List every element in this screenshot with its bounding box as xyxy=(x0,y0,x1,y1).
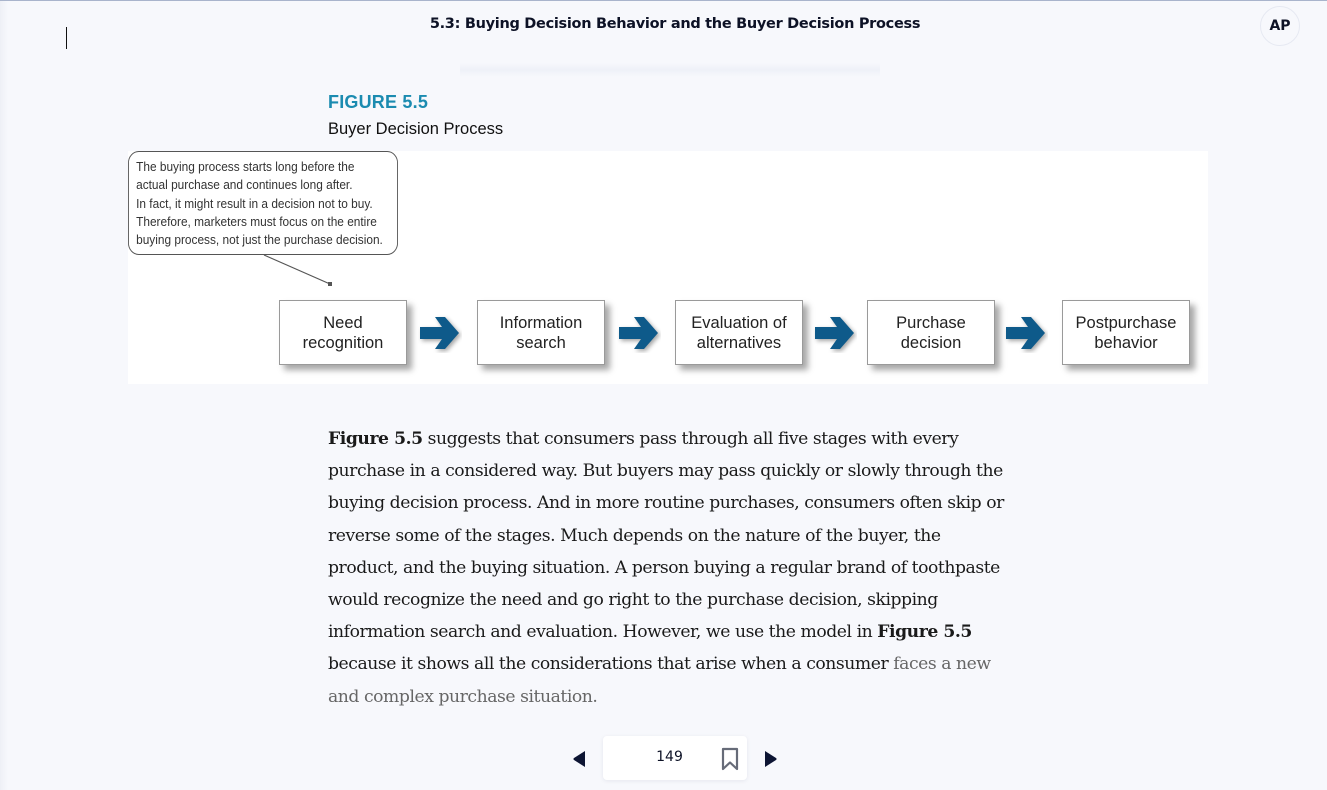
stage-label: Evaluation of xyxy=(691,313,787,332)
stage-label: Information xyxy=(499,313,583,332)
stage-need-recognition: Need recognition xyxy=(279,300,407,365)
header-divider xyxy=(460,63,880,77)
stage-label: Need xyxy=(323,313,363,332)
page-number[interactable]: 149 xyxy=(603,749,736,765)
next-page-button[interactable] xyxy=(764,750,778,768)
callout-bubble: The buying process starts long before th… xyxy=(128,151,398,255)
arrow-right-icon xyxy=(619,317,658,349)
page-number-box[interactable]: 149 xyxy=(603,736,747,780)
stage-label: decision xyxy=(900,333,962,352)
stage-information-search: Information search xyxy=(477,300,605,365)
stage-evaluation-of-alternatives: Evaluation of alternatives xyxy=(675,300,803,365)
callout-line: The buying process starts long before th… xyxy=(136,159,355,174)
arrow-right-icon xyxy=(815,317,854,349)
figure-caption: Buyer Decision Process xyxy=(328,120,504,138)
body-text-span: suggests that consumers pass through all… xyxy=(328,429,1004,643)
body-paragraph: Figure 5.5 suggests that consumers pass … xyxy=(328,423,1008,713)
callout-line: Therefore, marketers must focus on the e… xyxy=(136,213,377,229)
arrow-right-icon xyxy=(420,317,459,349)
stage-label: Postpurchase xyxy=(1075,313,1177,332)
stage-label: Purchase xyxy=(896,313,966,332)
figure-label: FIGURE 5.5 xyxy=(328,92,429,112)
bookmark-icon[interactable] xyxy=(720,747,740,771)
callout-line: buying process, not just the purchase de… xyxy=(136,232,383,248)
stage-label: behavior xyxy=(1094,333,1158,352)
user-avatar[interactable]: AP xyxy=(1260,6,1300,46)
callout-line: actual purchase and continues long after… xyxy=(136,177,353,193)
stage-postpurchase-behavior: Postpurchase behavior xyxy=(1062,300,1190,365)
figure-reference[interactable]: Figure 5.5 xyxy=(877,622,972,642)
avatar-initials: AP xyxy=(1269,18,1291,34)
callout-line: In fact, it might result in a decision n… xyxy=(136,195,373,211)
arrow-right-icon xyxy=(1006,317,1045,349)
figure-reference[interactable]: Figure 5.5 xyxy=(328,429,423,449)
stage-purchase-decision: Purchase decision xyxy=(867,300,995,365)
left-panel-edge xyxy=(0,1,8,790)
stage-label: recognition xyxy=(302,333,384,352)
chapter-title: 5.3: Buying Decision Behavior and the Bu… xyxy=(429,16,921,32)
previous-page-button[interactable] xyxy=(572,750,586,768)
buyer-decision-process-figure: The buying process starts long before th… xyxy=(128,151,1208,384)
stage-label: alternatives xyxy=(696,333,782,352)
stage-label: search xyxy=(516,333,566,352)
body-text-span: because it shows all the considerations … xyxy=(328,654,894,675)
page-navigator: 149 xyxy=(565,736,785,780)
